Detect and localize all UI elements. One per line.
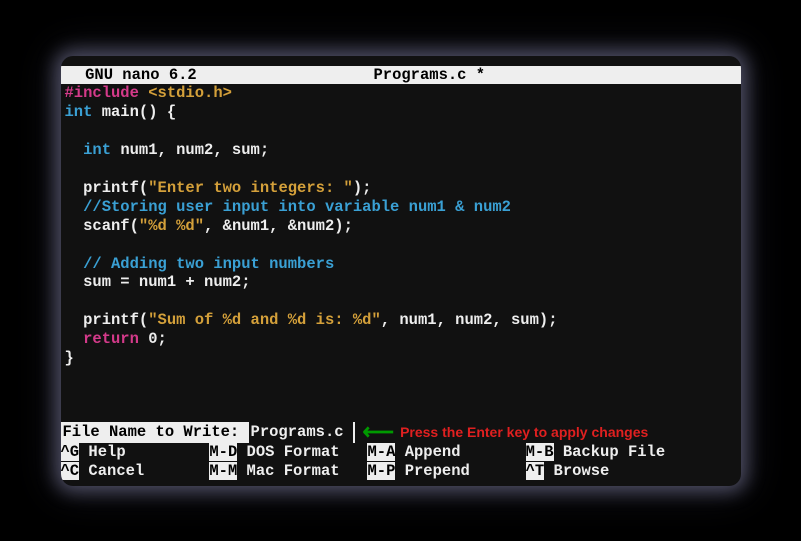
code-token: "%d %d" xyxy=(139,217,204,235)
filename-prompt-row: File Name to Write: ⟵ Press the Enter ke… xyxy=(61,422,741,443)
shortcut-label: Cancel xyxy=(79,462,209,480)
code-token: ); xyxy=(353,179,372,197)
arrow-left-icon: ⟵ xyxy=(363,423,395,441)
code-token: printf( xyxy=(65,179,149,197)
code-token: int xyxy=(65,141,112,159)
code-token: main() { xyxy=(92,103,176,121)
code-token: "Enter two integers: " xyxy=(148,179,353,197)
nano-editor-window: GNU nano 6.2 Programs.c * #include <stdi… xyxy=(61,56,741,486)
annotation-text: Press the Enter key to apply changes xyxy=(400,424,648,441)
code-token: , &num1, &num2); xyxy=(204,217,353,235)
code-token: 0; xyxy=(139,330,167,348)
code-token: , num1, num2, sum); xyxy=(381,311,558,329)
shortcut-mac-format[interactable]: M-M xyxy=(209,462,237,480)
code-comment: // Adding two input numbers xyxy=(65,255,335,273)
code-token: scanf( xyxy=(65,217,139,235)
shortcut-dos-format[interactable]: M-D xyxy=(209,443,237,461)
code-token: int xyxy=(65,103,93,121)
file-name: Programs.c * xyxy=(373,66,485,84)
filename-prompt: File Name to Write: xyxy=(61,422,355,443)
code-token: "Sum of %d and %d is: %d" xyxy=(148,311,381,329)
shortcut-label: Help xyxy=(79,443,209,461)
title-bar: GNU nano 6.2 Programs.c * xyxy=(61,66,741,85)
shortcut-label: DOS Format xyxy=(237,443,367,461)
app-version: GNU nano 6.2 xyxy=(67,66,197,84)
code-area[interactable]: #include <stdio.h> int main() { int num1… xyxy=(61,84,741,368)
shortcut-label: Append xyxy=(395,443,525,461)
code-token: num1, num2, sum; xyxy=(111,141,269,159)
code-token: <stdio.h> xyxy=(139,84,232,102)
shortcut-help[interactable]: ^G xyxy=(61,443,80,461)
shortcut-bar: ^G Help M-D DOS Format M-A Append M-B Ba… xyxy=(61,443,741,481)
code-line: sum = num1 + num2; xyxy=(65,273,251,291)
annotation: ⟵ Press the Enter key to apply changes xyxy=(355,422,741,443)
code-comment: //Storing user input into variable num1 … xyxy=(65,198,511,216)
shortcut-browse[interactable]: ^T xyxy=(526,462,545,480)
shortcut-label: Backup File xyxy=(554,443,666,461)
shortcut-cancel[interactable]: ^C xyxy=(61,462,80,480)
code-token: return xyxy=(65,330,139,348)
shortcut-label: Mac Format xyxy=(237,462,367,480)
filename-input[interactable] xyxy=(249,422,353,443)
code-token: printf( xyxy=(65,311,149,329)
shortcut-backup-file[interactable]: M-B xyxy=(526,443,554,461)
shortcut-append[interactable]: M-A xyxy=(367,443,395,461)
code-line: } xyxy=(65,349,74,367)
shortcut-label: Prepend xyxy=(395,462,525,480)
shortcut-prepend[interactable]: M-P xyxy=(367,462,395,480)
code-token: #include xyxy=(65,84,139,102)
prompt-label: File Name to Write: xyxy=(63,423,249,441)
shortcut-label: Browse xyxy=(544,462,609,480)
